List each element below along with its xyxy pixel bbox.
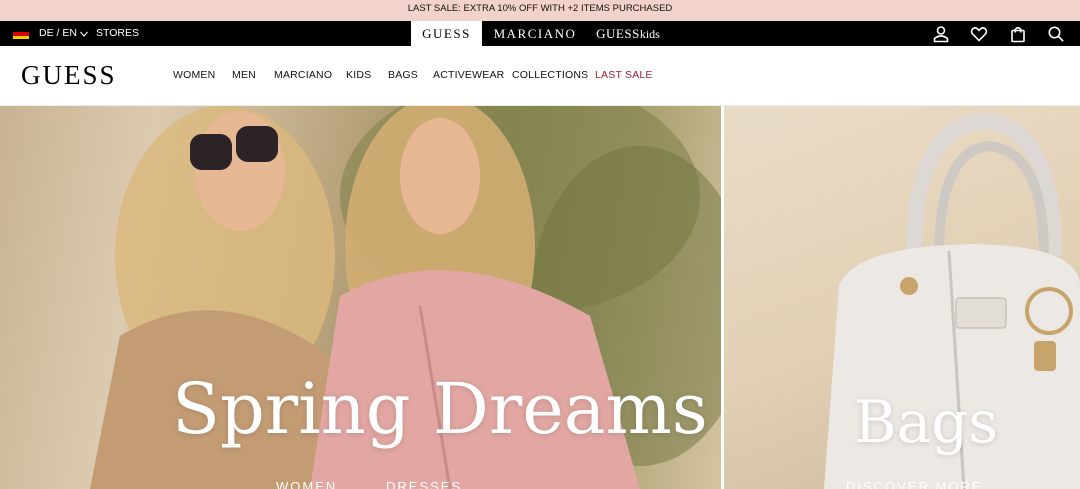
wishlist-heart-icon[interactable]: [970, 25, 988, 43]
hero-spring-dreams[interactable]: Spring Dreams WOMEN DRESSES: [0, 106, 721, 489]
language-selector[interactable]: DE / EN: [39, 21, 88, 46]
hero-bags[interactable]: Bags DISCOVER MORE: [724, 106, 1080, 489]
account-icon[interactable]: [932, 25, 950, 43]
promo-text: LAST SALE: EXTRA 10% OFF WITH +2 ITEMS P…: [407, 3, 673, 14]
top-utility-bar: DE / EN STORES GUESS MARCIANO GUESSkids: [0, 21, 1080, 46]
nav-item-bags[interactable]: BAGS: [388, 46, 418, 104]
nav-item-kids[interactable]: KIDS: [346, 46, 371, 104]
search-icon[interactable]: [1047, 25, 1065, 43]
hero-title-spring-dreams: Spring Dreams: [172, 368, 708, 450]
guess-logo[interactable]: GUESS: [21, 60, 117, 91]
stores-link[interactable]: STORES: [96, 21, 139, 46]
nav-item-activewear[interactable]: ACTIVEWEAR: [433, 46, 504, 104]
hero-title-bags: Bags: [854, 388, 999, 456]
promo-banner[interactable]: LAST SALE: EXTRA 10% OFF WITH +2 ITEMS P…: [0, 0, 1080, 21]
hero-link-discover-more[interactable]: DISCOVER MORE: [846, 479, 983, 489]
main-navigation: GUESS WOMEN MEN MARCIANO KIDS BAGS ACTIV…: [0, 46, 1080, 106]
brand-tab-guess-kids-label: GUESS: [596, 26, 640, 41]
shopping-bag-icon[interactable]: [1009, 25, 1027, 43]
nav-item-last-sale[interactable]: LAST SALE: [595, 46, 653, 104]
nav-item-men[interactable]: MEN: [232, 46, 256, 104]
nav-item-marciano[interactable]: MARCIANO: [274, 46, 332, 104]
germany-flag-icon: [13, 29, 29, 39]
nav-item-collections[interactable]: COLLECTIONS: [512, 46, 588, 104]
brand-tab-kids-suffix: kids: [639, 27, 660, 41]
nav-item-women[interactable]: WOMEN: [173, 46, 215, 104]
language-label: DE / EN: [39, 27, 77, 39]
brand-tab-guess[interactable]: GUESS: [411, 21, 482, 46]
brand-tab-guess-kids[interactable]: GUESSkids: [588, 21, 668, 46]
hero-link-women[interactable]: WOMEN: [276, 479, 337, 489]
chevron-down-icon: [80, 31, 88, 37]
brand-tab-marciano[interactable]: MARCIANO: [485, 21, 585, 46]
hero-link-dresses[interactable]: DRESSES: [386, 479, 462, 489]
